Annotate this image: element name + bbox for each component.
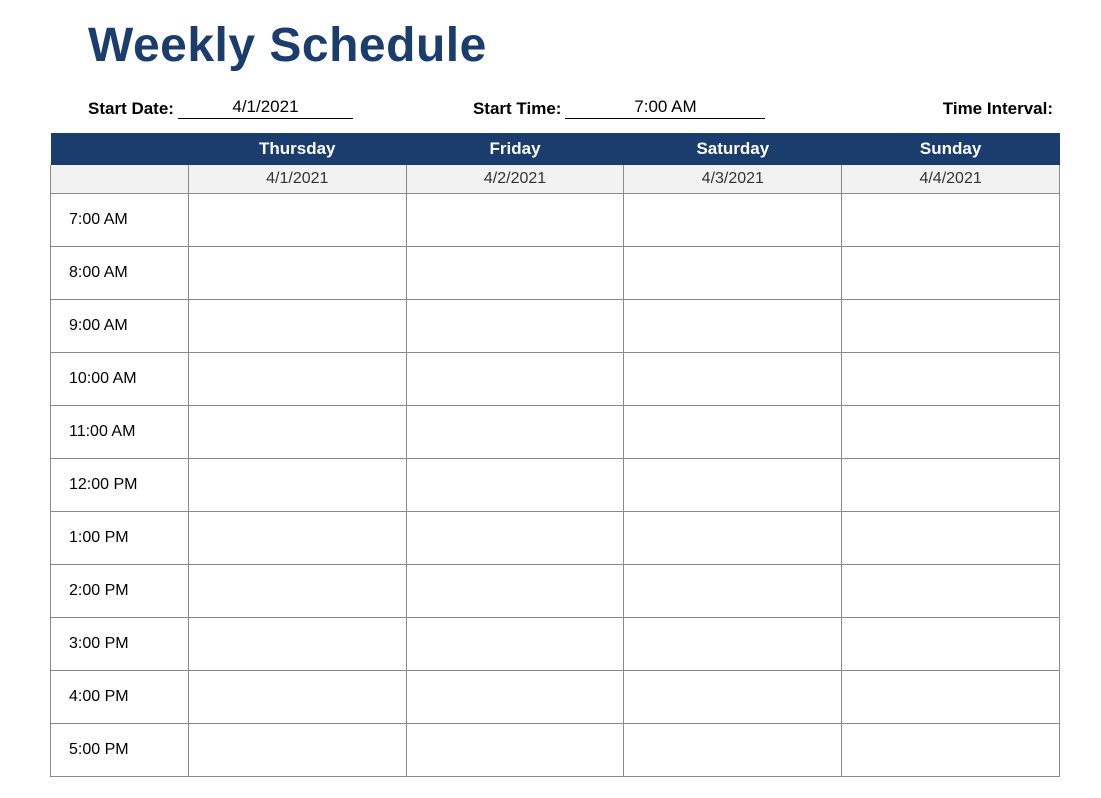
schedule-table: Thursday Friday Saturday Sunday 4/1/2021… <box>50 133 1060 777</box>
time-column-date-blank <box>51 165 189 194</box>
slot-cell[interactable] <box>188 406 406 459</box>
slot-cell[interactable] <box>842 194 1060 247</box>
time-interval-group: Time Interval: <box>943 99 1053 119</box>
slot-cell[interactable] <box>842 300 1060 353</box>
slot-cell[interactable] <box>624 406 842 459</box>
table-row: 4:00 PM <box>51 671 1060 724</box>
slot-cell[interactable] <box>624 671 842 724</box>
slot-cell[interactable] <box>406 724 624 777</box>
day-date-saturday: 4/3/2021 <box>624 165 842 194</box>
slot-cell[interactable] <box>406 618 624 671</box>
day-header-thursday: Thursday <box>188 133 406 165</box>
slot-cell[interactable] <box>406 565 624 618</box>
slot-cell[interactable] <box>406 194 624 247</box>
slot-cell[interactable] <box>406 247 624 300</box>
slot-cell[interactable] <box>188 459 406 512</box>
slot-cell[interactable] <box>188 247 406 300</box>
slot-cell[interactable] <box>842 724 1060 777</box>
slot-cell[interactable] <box>624 724 842 777</box>
slot-cell[interactable] <box>842 618 1060 671</box>
day-date-row: 4/1/2021 4/2/2021 4/3/2021 4/4/2021 <box>51 165 1060 194</box>
slot-cell[interactable] <box>624 618 842 671</box>
day-date-sunday: 4/4/2021 <box>842 165 1060 194</box>
slot-cell[interactable] <box>842 353 1060 406</box>
meta-row: Start Date: 4/1/2021 Start Time: 7:00 AM… <box>88 97 1061 119</box>
time-label: 2:00 PM <box>51 565 189 618</box>
slot-cell[interactable] <box>842 512 1060 565</box>
time-label: 3:00 PM <box>51 618 189 671</box>
time-label: 1:00 PM <box>51 512 189 565</box>
slot-cell[interactable] <box>406 671 624 724</box>
slot-cell[interactable] <box>188 565 406 618</box>
day-header-friday: Friday <box>406 133 624 165</box>
time-label: 5:00 PM <box>51 724 189 777</box>
slot-cell[interactable] <box>624 459 842 512</box>
slot-cell[interactable] <box>842 671 1060 724</box>
slot-cell[interactable] <box>406 353 624 406</box>
time-interval-label: Time Interval: <box>943 99 1053 119</box>
slot-cell[interactable] <box>842 459 1060 512</box>
time-label: 9:00 AM <box>51 300 189 353</box>
slot-cell[interactable] <box>188 194 406 247</box>
page-title: Weekly Schedule <box>88 18 1061 73</box>
day-date-friday: 4/2/2021 <box>406 165 624 194</box>
start-time-label: Start Time: <box>473 99 562 119</box>
start-date-label: Start Date: <box>88 99 174 119</box>
time-label: 8:00 AM <box>51 247 189 300</box>
slot-cell[interactable] <box>406 406 624 459</box>
time-label: 7:00 AM <box>51 194 189 247</box>
slot-cell[interactable] <box>188 724 406 777</box>
slot-cell[interactable] <box>406 459 624 512</box>
slot-cell[interactable] <box>188 671 406 724</box>
time-label: 12:00 PM <box>51 459 189 512</box>
table-row: 10:00 AM <box>51 353 1060 406</box>
slot-cell[interactable] <box>842 565 1060 618</box>
table-row: 7:00 AM <box>51 194 1060 247</box>
table-row: 9:00 AM <box>51 300 1060 353</box>
table-row: 3:00 PM <box>51 618 1060 671</box>
slot-cell[interactable] <box>624 565 842 618</box>
day-name-row: Thursday Friday Saturday Sunday <box>51 133 1060 165</box>
slot-cell[interactable] <box>624 512 842 565</box>
day-date-thursday: 4/1/2021 <box>188 165 406 194</box>
table-row: 5:00 PM <box>51 724 1060 777</box>
start-date-value[interactable]: 4/1/2021 <box>178 97 353 119</box>
start-date-group: Start Date: 4/1/2021 <box>88 97 353 119</box>
slot-cell[interactable] <box>406 300 624 353</box>
table-row: 2:00 PM <box>51 565 1060 618</box>
slot-cell[interactable] <box>624 194 842 247</box>
slot-cell[interactable] <box>624 353 842 406</box>
slot-cell[interactable] <box>188 618 406 671</box>
slot-cell[interactable] <box>188 300 406 353</box>
day-header-sunday: Sunday <box>842 133 1060 165</box>
time-column-header-blank <box>51 133 189 165</box>
start-time-value[interactable]: 7:00 AM <box>565 97 765 119</box>
table-row: 12:00 PM <box>51 459 1060 512</box>
slot-cell[interactable] <box>624 300 842 353</box>
time-label: 10:00 AM <box>51 353 189 406</box>
start-time-group: Start Time: 7:00 AM <box>473 97 766 119</box>
table-row: 8:00 AM <box>51 247 1060 300</box>
time-label: 4:00 PM <box>51 671 189 724</box>
slot-cell[interactable] <box>842 406 1060 459</box>
slot-cell[interactable] <box>842 247 1060 300</box>
table-row: 1:00 PM <box>51 512 1060 565</box>
schedule-body: 7:00 AM 8:00 AM 9:00 AM 10 <box>51 194 1060 777</box>
time-label: 11:00 AM <box>51 406 189 459</box>
slot-cell[interactable] <box>624 247 842 300</box>
table-row: 11:00 AM <box>51 406 1060 459</box>
day-header-saturday: Saturday <box>624 133 842 165</box>
slot-cell[interactable] <box>188 353 406 406</box>
slot-cell[interactable] <box>188 512 406 565</box>
slot-cell[interactable] <box>406 512 624 565</box>
